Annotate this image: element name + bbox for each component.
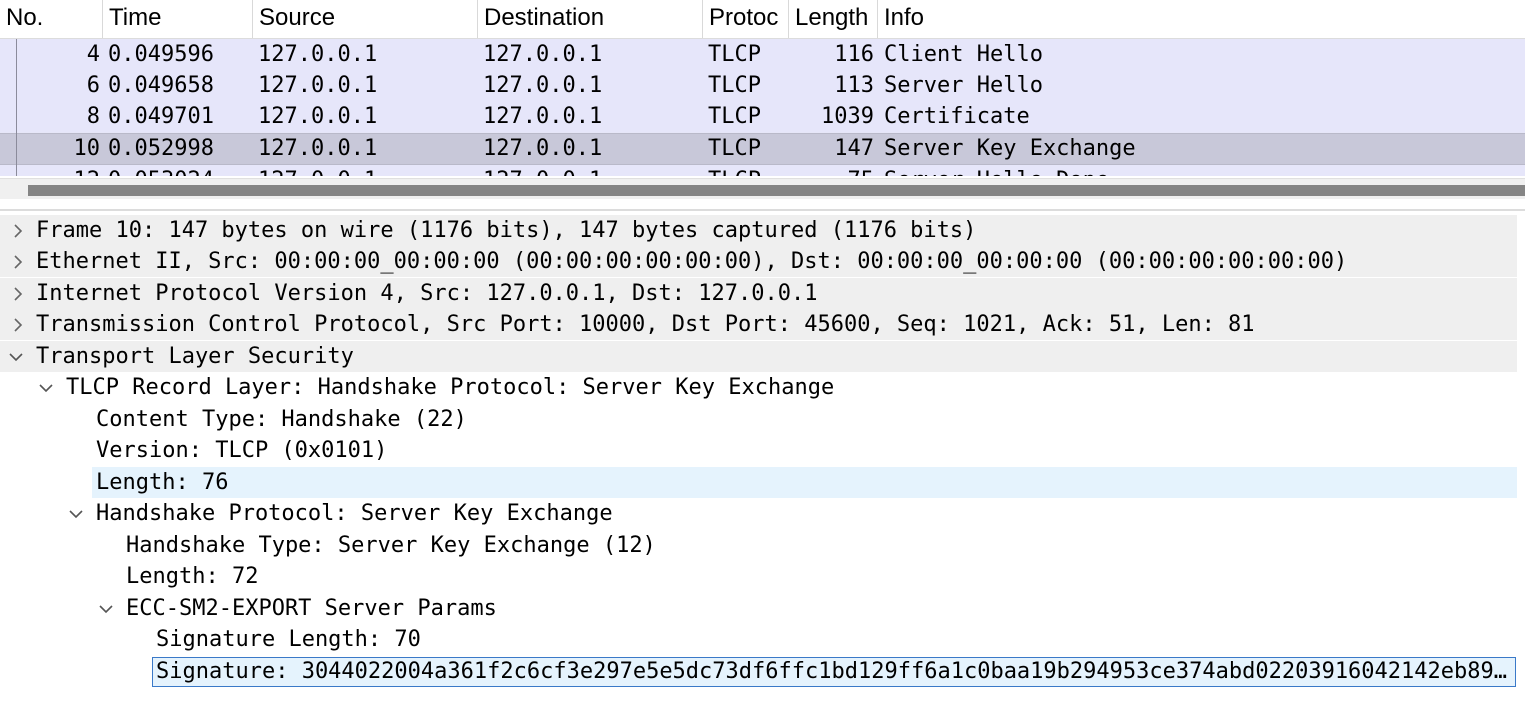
packet-list-header: No. Time Source Destination Protoc Lengt… [0,0,1525,39]
packet-protocol: TLCP [708,165,761,176]
chevron-down-icon[interactable] [96,593,116,624]
tree-item-handshake-type[interactable]: Handshake Type: Server Key Exchange (12) [0,530,1517,561]
related-packets-indicator [16,39,17,176]
column-header-length[interactable]: Length [789,0,878,38]
scroll-left-button[interactable] [0,179,26,199]
packet-time: 0.049658 [108,73,214,98]
packet-destination: 127.0.0.1 [483,165,602,176]
tree-item-tls[interactable]: Transport Layer Security [0,341,1517,372]
packet-info: Client Hello [884,42,1043,67]
tree-item-label: Content Type: Handshake (22) [96,407,467,432]
tree-item-signature-selected[interactable]: Signature: 3044022004a361f2c6cf3e297e5e5… [152,657,1516,687]
column-header-time[interactable]: Time [103,0,253,38]
tree-item-signature-length[interactable]: Signature Length: 70 [0,624,1517,655]
packet-row[interactable]: 4 0.049596 127.0.0.1 127.0.0.1 TLCP 116 … [0,39,1525,70]
packet-time: 0.052998 [108,136,214,161]
packet-no: 6 [86,73,100,98]
packet-info: Server Key Exchange [884,136,1136,161]
packet-destination: 127.0.0.1 [483,42,603,67]
packet-length: 116 [834,42,874,67]
chevron-right-icon[interactable] [9,246,29,277]
tree-item-label: Signature: 3044022004a361f2c6cf3e297e5e5… [156,659,1508,684]
packet-rows: 4 0.049596 127.0.0.1 127.0.0.1 TLCP 116 … [0,39,1525,176]
column-header-info[interactable]: Info [878,0,1525,38]
packet-length: 113 [834,73,874,98]
packet-time: 0.049701 [108,104,214,129]
column-header-protocol[interactable]: Protoc [703,0,789,38]
packet-row[interactable]: 8 0.049701 127.0.0.1 127.0.0.1 TLCP 1039… [0,101,1525,132]
tree-item-handshake[interactable]: Handshake Protocol: Server Key Exchange [0,498,1517,529]
packet-length: 1039 [821,104,874,129]
chevron-down-icon[interactable] [66,498,86,529]
tree-item-ip[interactable]: Internet Protocol Version 4, Src: 127.0.… [0,278,1517,309]
tree-item-label: Transport Layer Security [36,344,354,369]
chevron-right-icon[interactable] [9,278,29,309]
packet-protocol: TLCP [708,104,761,129]
packet-info: Server Hello [884,73,1043,98]
packet-source: 127.0.0.1 [258,136,378,161]
packet-source: 127.0.0.1 [258,42,378,67]
tree-item-label: Version: TLCP (0x0101) [96,438,388,463]
column-header-source[interactable]: Source [253,0,478,38]
tree-item-frame[interactable]: Frame 10: 147 bytes on wire (1176 bits),… [0,215,1517,246]
tree-item-label: Transmission Control Protocol, Src Port:… [36,312,1255,337]
tree-item-label: Ethernet II, Src: 00:00:00_00:00:00 (00:… [36,249,1348,274]
tree-item-label: Handshake Type: Server Key Exchange (12) [126,533,656,558]
chevron-down-icon[interactable] [36,372,56,403]
packet-row[interactable]: 6 0.049658 127.0.0.1 127.0.0.1 TLCP 113 … [0,70,1525,101]
packet-no: 12 [0,165,101,176]
tree-item-label: Frame 10: 147 bytes on wire (1176 bits),… [36,218,977,243]
packet-time: 0.053024 [108,165,214,176]
chevron-down-icon[interactable] [6,341,26,372]
tree-item-label: ECC-SM2-EXPORT Server Params [126,596,497,621]
packet-details-tree[interactable]: Frame 10: 147 bytes on wire (1176 bits),… [0,209,1525,710]
tree-item-record-layer[interactable]: TLCP Record Layer: Handshake Protocol: S… [0,372,1517,403]
chevron-right-icon[interactable] [9,215,29,246]
packet-info: Server Hello Done [884,165,1109,176]
packet-destination: 127.0.0.1 [483,73,603,98]
column-header-destination[interactable]: Destination [478,0,703,38]
tree-item-record-length[interactable]: Length: 76 [92,467,1517,498]
packet-protocol: TLCP [708,73,761,98]
tree-item-content-type[interactable]: Content Type: Handshake (22) [0,404,1517,435]
packet-source: 127.0.0.1 [258,104,378,129]
chevron-right-icon[interactable] [9,309,29,340]
tree-item-label: Length: 72 [126,564,259,589]
scrollbar-thumb[interactable] [28,185,1525,196]
packet-no: 8 [86,104,100,129]
tree-item-tcp[interactable]: Transmission Control Protocol, Src Port:… [0,309,1517,340]
packet-no: 4 [86,42,100,67]
column-header-no[interactable]: No. [0,0,103,38]
packet-list[interactable]: No. Time Source Destination Protoc Lengt… [0,0,1525,200]
packet-protocol: TLCP [708,136,761,161]
tree-item-handshake-length[interactable]: Length: 72 [0,561,1517,592]
packet-time: 0.049596 [108,42,214,67]
tree-item-label: Signature Length: 70 [156,627,421,652]
tree-item-label: TLCP Record Layer: Handshake Protocol: S… [66,375,835,400]
tree-item-label: Handshake Protocol: Server Key Exchange [96,501,613,526]
packet-destination: 127.0.0.1 [483,104,603,129]
packet-list-hscrollbar[interactable] [0,178,1525,199]
packet-length: 75 [788,165,875,176]
tree-item-ethernet[interactable]: Ethernet II, Src: 00:00:00_00:00:00 (00:… [0,246,1517,277]
packet-destination: 127.0.0.1 [483,136,603,161]
tree-item-label: Length: 76 [96,470,229,495]
packet-no: 10 [73,136,101,161]
tree-item-version[interactable]: Version: TLCP (0x0101) [0,435,1517,466]
packet-row-selected[interactable]: 10 0.052998 127.0.0.1 127.0.0.1 TLCP 147… [0,133,1525,165]
packet-source: 127.0.0.1 [258,73,378,98]
packet-info: Certificate [884,104,1030,129]
packet-protocol: TLCP [708,42,761,67]
packet-source: 127.0.0.1 [258,165,377,176]
tree-item-server-params[interactable]: ECC-SM2-EXPORT Server Params [0,593,1517,624]
tree-item-label: Internet Protocol Version 4, Src: 127.0.… [36,281,818,306]
packet-length: 147 [834,136,874,161]
packet-row[interactable]: 12 0.053024 127.0.0.1 127.0.0.1 TLCP 75 … [0,165,1525,176]
